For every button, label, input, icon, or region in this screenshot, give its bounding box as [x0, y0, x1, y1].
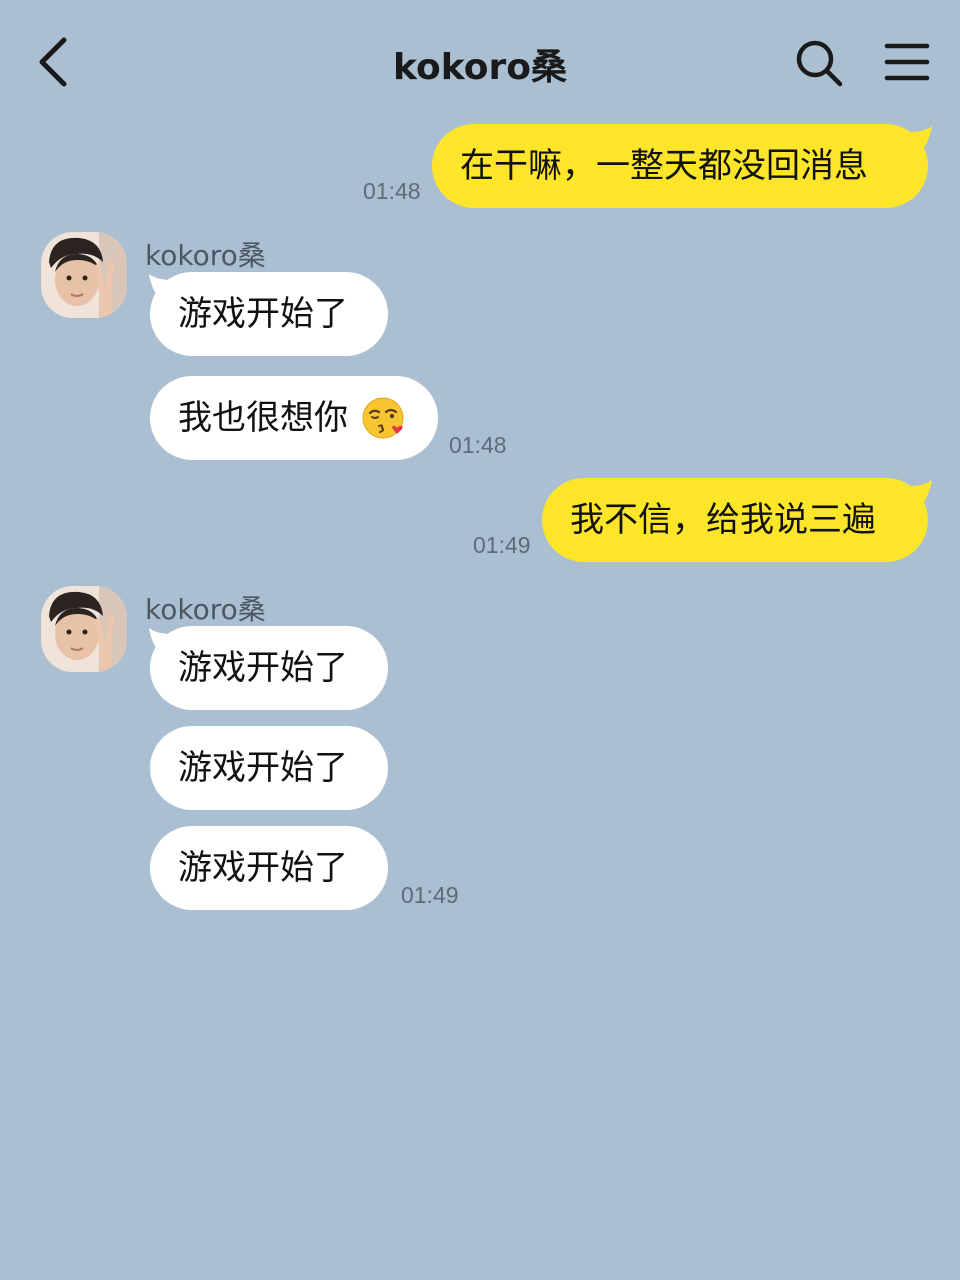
message-text: 游戏开始了 — [178, 748, 348, 788]
avatar-photo — [41, 232, 127, 318]
bubble-tail — [149, 274, 171, 296]
incoming-bubble[interactable]: 游戏开始了 — [150, 626, 388, 710]
incoming-bubble[interactable]: 游戏开始了 — [150, 272, 388, 356]
search-icon — [796, 40, 843, 87]
message-text: 游戏开始了 — [178, 294, 348, 334]
search-button[interactable] — [794, 38, 844, 88]
message-text: 我不信，给我说三遍 — [570, 500, 876, 540]
bubble-tail — [149, 628, 171, 650]
menu-button[interactable] — [884, 42, 930, 82]
avatar[interactable] — [41, 586, 127, 672]
message-time: 01:49 — [401, 882, 459, 908]
outgoing-bubble[interactable]: 我不信，给我说三遍 — [542, 478, 928, 562]
avatar[interactable] — [41, 232, 127, 318]
chat-header: kokoro桑 — [0, 0, 960, 120]
message-text: 在干嘛，一整天都没回消息 — [460, 146, 868, 186]
face-blowing-a-kiss-emoji — [362, 397, 404, 438]
incoming-bubble[interactable]: 游戏开始了 — [150, 726, 388, 810]
outgoing-bubble[interactable]: 在干嘛，一整天都没回消息 — [432, 124, 928, 208]
hamburger-menu-icon — [884, 43, 930, 81]
message-time: 01:48 — [363, 178, 421, 204]
incoming-bubble[interactable]: 游戏开始了 — [150, 826, 388, 910]
bubble-tail — [910, 480, 932, 502]
message-text: 游戏开始了 — [178, 648, 348, 688]
message-time: 01:48 — [449, 432, 507, 458]
avatar-photo — [41, 586, 127, 672]
incoming-bubble[interactable]: 我也很想你 — [150, 376, 438, 460]
message-time: 01:49 — [473, 532, 531, 558]
bubble-tail — [910, 126, 932, 148]
message-text: 我也很想你 — [178, 398, 348, 438]
sender-name: kokoro桑 — [145, 593, 266, 626]
message-text: 游戏开始了 — [178, 848, 348, 888]
sender-name: kokoro桑 — [145, 239, 266, 272]
